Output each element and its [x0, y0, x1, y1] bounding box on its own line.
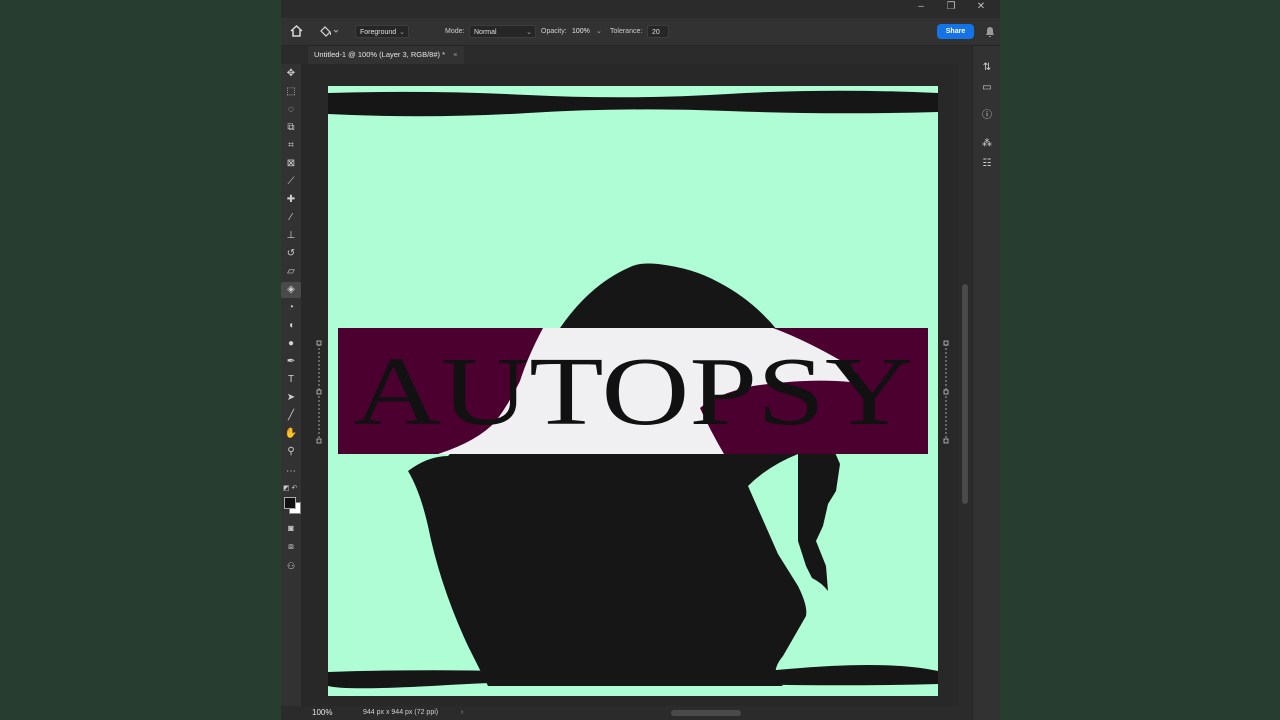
default-colors-icon[interactable]: ◩ ↶ [283, 484, 299, 494]
vertical-scrollbar[interactable] [959, 64, 971, 706]
history-brush-tool-icon[interactable]: ↺ [281, 246, 301, 262]
tools-panel: ✥ ⬚ ◌ ⧉ ⌗ ⊠ ⟋ ✚ ⁄ ⊥ ↺ ▱ ◈ ◔ ◖ ● ✒ T ➤ ╱ ✋ ⚲ ⋯ ◩ ↶ ◙ ⧈ ⚇ [281, 64, 302, 706]
path-selection-tool-icon[interactable]: ➤ [281, 390, 301, 406]
adjustments-panel-icon[interactable]: ☷ [973, 156, 1000, 172]
hand-tool-icon[interactable]: ✋ [281, 426, 301, 442]
info-panel-icon[interactable]: ⓘ [973, 108, 1000, 124]
opacity-label: Opacity: [541, 28, 567, 35]
right-panel-dock: ⇅ ▭ ⓘ ⁂ ☷ [972, 46, 1000, 720]
canvas-workspace[interactable]: AUTOPSY [302, 64, 971, 706]
mode-label: Mode: [445, 28, 465, 35]
object-selection-tool-icon[interactable]: ⧉ [281, 120, 301, 136]
marquee-tool-icon[interactable]: ⬚ [281, 84, 301, 100]
sponge-tool-icon[interactable]: ● [281, 336, 301, 352]
document-tab[interactable]: Untitled-1 @ 100% (Layer 3, RGB/8#) * × [308, 46, 464, 64]
pen-tool-icon[interactable]: ✒ [281, 354, 301, 370]
vertical-scroll-thumb[interactable] [962, 284, 968, 504]
opacity-chevron-icon[interactable]: ⌄ [596, 18, 602, 45]
opacity-input[interactable]: 100% [572, 18, 590, 45]
eraser-tool-icon[interactable]: ▱ [281, 264, 301, 280]
chevron-down-icon: ⌄ [399, 29, 405, 36]
line-tool-icon[interactable]: ╱ [281, 408, 301, 424]
lasso-tool-icon[interactable]: ◌ [281, 102, 301, 118]
type-tool-icon[interactable]: T [281, 372, 301, 388]
brush-tool-icon[interactable]: ⁄ [281, 210, 301, 226]
paint-bucket-preset-icon[interactable] [319, 25, 339, 38]
fill-source-value: Foreground [360, 29, 397, 36]
share-button[interactable]: Share [937, 24, 974, 39]
zoom-tool-icon[interactable]: ⚲ [281, 444, 301, 460]
blend-mode-dropdown[interactable]: Normal ⌄ [469, 25, 536, 38]
brushes-panel-icon[interactable]: ⁂ [973, 136, 1000, 152]
title-bar: – ❐ ✕ [281, 0, 1000, 16]
document-size: 944 px x 944 px (72 ppi) [363, 709, 439, 716]
chevron-down-icon: ⌄ [526, 29, 532, 36]
clone-stamp-tool-icon[interactable]: ⊥ [281, 228, 301, 244]
dodge-tool-icon[interactable]: ◖ [281, 318, 301, 334]
status-bar: 100% 944 px x 944 px (72 ppi) › [281, 706, 971, 720]
move-tool-icon[interactable]: ✥ [281, 66, 301, 82]
paint-bucket-tool-icon[interactable]: ◈ [281, 282, 301, 298]
tolerance-input[interactable]: 20 [647, 25, 669, 38]
frame-tool-icon[interactable]: ⊠ [281, 156, 301, 172]
tolerance-label: Tolerance: [610, 28, 643, 35]
close-window-icon[interactable]: ✕ [966, 0, 996, 16]
status-arrow-icon[interactable]: › [461, 706, 463, 720]
blur-tool-icon[interactable]: ◔ [281, 300, 301, 316]
comments-panel-icon[interactable]: ▭ [973, 80, 1000, 96]
foreground-color-swatch[interactable] [284, 497, 296, 509]
close-tab-icon[interactable]: × [453, 50, 457, 59]
horizontal-scroll-thumb[interactable] [671, 710, 741, 716]
blend-mode-value: Normal [474, 29, 497, 36]
minimize-icon[interactable]: – [906, 0, 936, 16]
crop-tool-icon[interactable]: ⌗ [281, 138, 301, 154]
quick-mask-icon[interactable]: ◙ [281, 520, 301, 536]
notification-bell-icon[interactable] [985, 26, 995, 38]
document-title: Untitled-1 @ 100% (Layer 3, RGB/8#) * [314, 50, 446, 59]
more-tools-icon[interactable]: ⋯ [281, 464, 301, 480]
home-icon[interactable] [290, 25, 303, 37]
options-bar: Foreground ⌄ Mode: Normal ⌄ Opacity: 100… [281, 18, 1000, 46]
photoshop-window: – ❐ ✕ Foreground ⌄ Mode: Normal ⌄ Opacit… [281, 0, 1000, 720]
healing-brush-tool-icon[interactable]: ✚ [281, 192, 301, 208]
history-panel-icon[interactable]: ⇅ [973, 60, 1000, 76]
restore-icon[interactable]: ❐ [936, 0, 966, 16]
transform-handles[interactable] [302, 64, 971, 706]
zoom-level[interactable]: 100% [312, 706, 332, 720]
fill-source-dropdown[interactable]: Foreground ⌄ [355, 25, 409, 38]
generative-tools-icon[interactable]: ⚇ [281, 558, 301, 574]
eyedropper-tool-icon[interactable]: ⟋ [281, 174, 301, 190]
document-tab-bar: Untitled-1 @ 100% (Layer 3, RGB/8#) * × [281, 46, 1000, 64]
screen-mode-icon[interactable]: ⧈ [281, 538, 301, 554]
